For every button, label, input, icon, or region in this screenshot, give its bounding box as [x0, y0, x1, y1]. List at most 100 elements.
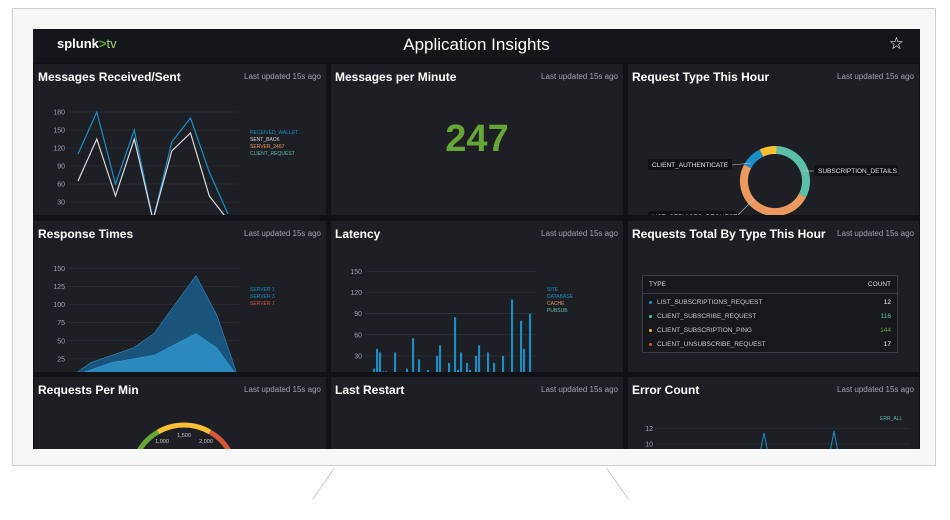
latency-bar	[412, 338, 415, 372]
y-tick-label: 150	[350, 269, 362, 276]
latency-bar	[475, 355, 478, 372]
last-restart-panel[interactable]: Last Restart Last updated 15s ago	[331, 377, 623, 449]
requests-table: TYPE COUNT LIST_SUBSCRIPTIONS_REQUEST 12…	[642, 275, 898, 353]
latency-bar	[406, 368, 409, 372]
gauge-label: 2,000	[199, 439, 213, 445]
tv-stand-left	[312, 467, 335, 500]
messages-received-sent-panel[interactable]: Messages Received/Sent Last updated 15s …	[34, 64, 326, 215]
row-count: 116	[880, 313, 891, 320]
gauge-label: 1,500	[177, 433, 191, 439]
legend-entry: CACHE	[547, 301, 565, 307]
legend-entry: RECEIVED_WALLET	[250, 130, 298, 136]
latency-bar	[502, 355, 505, 372]
messages-line-chart: 030609012015018010:46 AM10:52 AM10:58 AM…	[53, 110, 298, 215]
y-tick-label: 120	[53, 146, 65, 153]
top-bar: splunk>tv Application Insights ☆	[33, 29, 920, 63]
gauge-band	[208, 429, 231, 449]
latency-bar	[487, 352, 490, 372]
y-tick-label: 180	[53, 110, 65, 117]
latency-bar	[382, 371, 385, 372]
latency-bar	[436, 355, 439, 372]
row-count: 144	[880, 327, 891, 334]
donut-slice	[740, 164, 806, 215]
gauge-label: 1,000	[155, 439, 169, 445]
legend-entry: DATABASE	[547, 294, 574, 300]
legend-entry: SERVER 1	[250, 287, 275, 293]
y-tick-label: 125	[53, 284, 65, 291]
latency-bar	[454, 317, 457, 372]
y-tick-label: 30	[57, 200, 65, 207]
legend-entry: PUBSUB	[547, 308, 568, 314]
response-times-panel[interactable]: Response Times Last updated 15s ago 0255…	[34, 221, 326, 372]
latency-bar	[394, 352, 397, 372]
latency-bar	[439, 345, 442, 372]
latency-bar	[373, 368, 376, 372]
latency-panel[interactable]: Latency Last updated 15s ago 03060901201…	[331, 221, 623, 372]
row-type: LIST_SUBSCRIPTIONS_REQUEST	[657, 299, 763, 306]
series-color-dot	[649, 301, 652, 304]
gauge-band	[156, 422, 212, 435]
slice-label: LIST_SERVICES_REQUEST	[652, 214, 737, 215]
messages-per-minute-value: 247	[445, 118, 509, 160]
y-tick-label: 25	[57, 356, 65, 363]
y-tick-label: 75	[57, 320, 65, 327]
y-tick-label: 100	[53, 302, 65, 309]
latency-bar	[457, 370, 460, 372]
requests-per-min-panel[interactable]: Requests Per Min Last updated 15s ago 1,…	[34, 377, 326, 449]
series-line	[760, 430, 838, 449]
favorite-star-icon[interactable]: ☆	[889, 34, 904, 54]
dashboard-screen: splunk>tv Application Insights ☆ Message…	[33, 29, 920, 449]
request-type-donut-chart: CLIENT_AUTHENTICATE SUBSCRIPTION_DETAILS L…	[648, 145, 898, 215]
y-tick-label: 60	[354, 332, 362, 339]
y-tick-label: 30	[354, 353, 362, 360]
latency-bar	[385, 371, 388, 372]
panel-title: Last Restart	[335, 383, 405, 397]
table-row: CLIENT_UNSUBSCRIBE_REQUEST 17	[643, 338, 897, 352]
series-color-dot	[649, 329, 652, 332]
requests-total-panel[interactable]: Requests Total By Type This Hour Last up…	[628, 221, 919, 372]
response-times-area-chart: 025507510012515010:46 AM10:52 AM10:58 AM…	[53, 266, 275, 372]
slice-label: SUBSCRIPTION_DETAILS	[818, 168, 898, 175]
latency-bar	[478, 345, 481, 372]
row-count: 12	[883, 299, 891, 306]
y-tick-label: 90	[57, 164, 65, 171]
y-tick-label: 150	[53, 128, 65, 135]
error-count-panel[interactable]: Error Count Last updated 15s ago 81012ER…	[628, 377, 919, 449]
latency-bar	[469, 370, 472, 372]
legend-entry: SITE	[547, 287, 559, 293]
series-line	[77, 131, 225, 215]
messages-per-minute-panel[interactable]: Messages per Minute Last updated 15s ago…	[331, 64, 623, 215]
col-type-header: TYPE	[649, 281, 666, 288]
latency-bar	[379, 352, 382, 372]
slice-label: CLIENT_AUTHENTICATE	[652, 162, 729, 169]
latency-bar	[427, 370, 430, 372]
row-type: CLIENT_SUBSCRIBE_REQUEST	[657, 313, 757, 320]
legend-entry: CLIENT_REQUEST	[250, 151, 295, 157]
latency-bar	[418, 359, 421, 372]
col-count-header: COUNT	[867, 281, 891, 288]
app-title: Application Insights	[403, 35, 550, 54]
y-tick-label: 10	[645, 441, 653, 448]
row-type: CLIENT_UNSUBSCRIBE_REQUEST	[657, 341, 766, 348]
last-updated-label: Last updated 15s ago	[837, 229, 914, 238]
error-count-chart: 81012ERR_ALL	[645, 416, 910, 449]
y-tick-label: 120	[350, 290, 362, 297]
donut-slice	[744, 149, 764, 169]
donut-slice	[759, 145, 777, 157]
latency-bar	[529, 313, 532, 372]
panel-title: Requests Total By Type This Hour	[632, 227, 826, 241]
latency-bar	[523, 348, 526, 372]
legend-entry: SERVER 7	[250, 301, 275, 307]
row-count: 17	[883, 341, 891, 348]
series-color-dot	[649, 315, 652, 318]
last-updated-label: Last updated 15s ago	[541, 385, 618, 394]
y-tick-label: 90	[354, 311, 362, 318]
last-updated-label: Last updated 15s ago	[541, 72, 618, 81]
table-row: LIST_SUBSCRIPTIONS_REQUEST 12	[643, 296, 897, 310]
latency-bar	[448, 362, 451, 372]
table-row: CLIENT_SUBSCRIBE_REQUEST 116	[643, 310, 897, 324]
table-header: TYPE COUNT	[643, 276, 897, 294]
latency-bar-chart: 030609012015010:46 AM10:52 AM10:58 AMSIT…	[350, 269, 574, 372]
request-type-panel[interactable]: Request Type This Hour Last updated 15s …	[628, 64, 919, 215]
y-tick-label: 12	[645, 426, 653, 433]
